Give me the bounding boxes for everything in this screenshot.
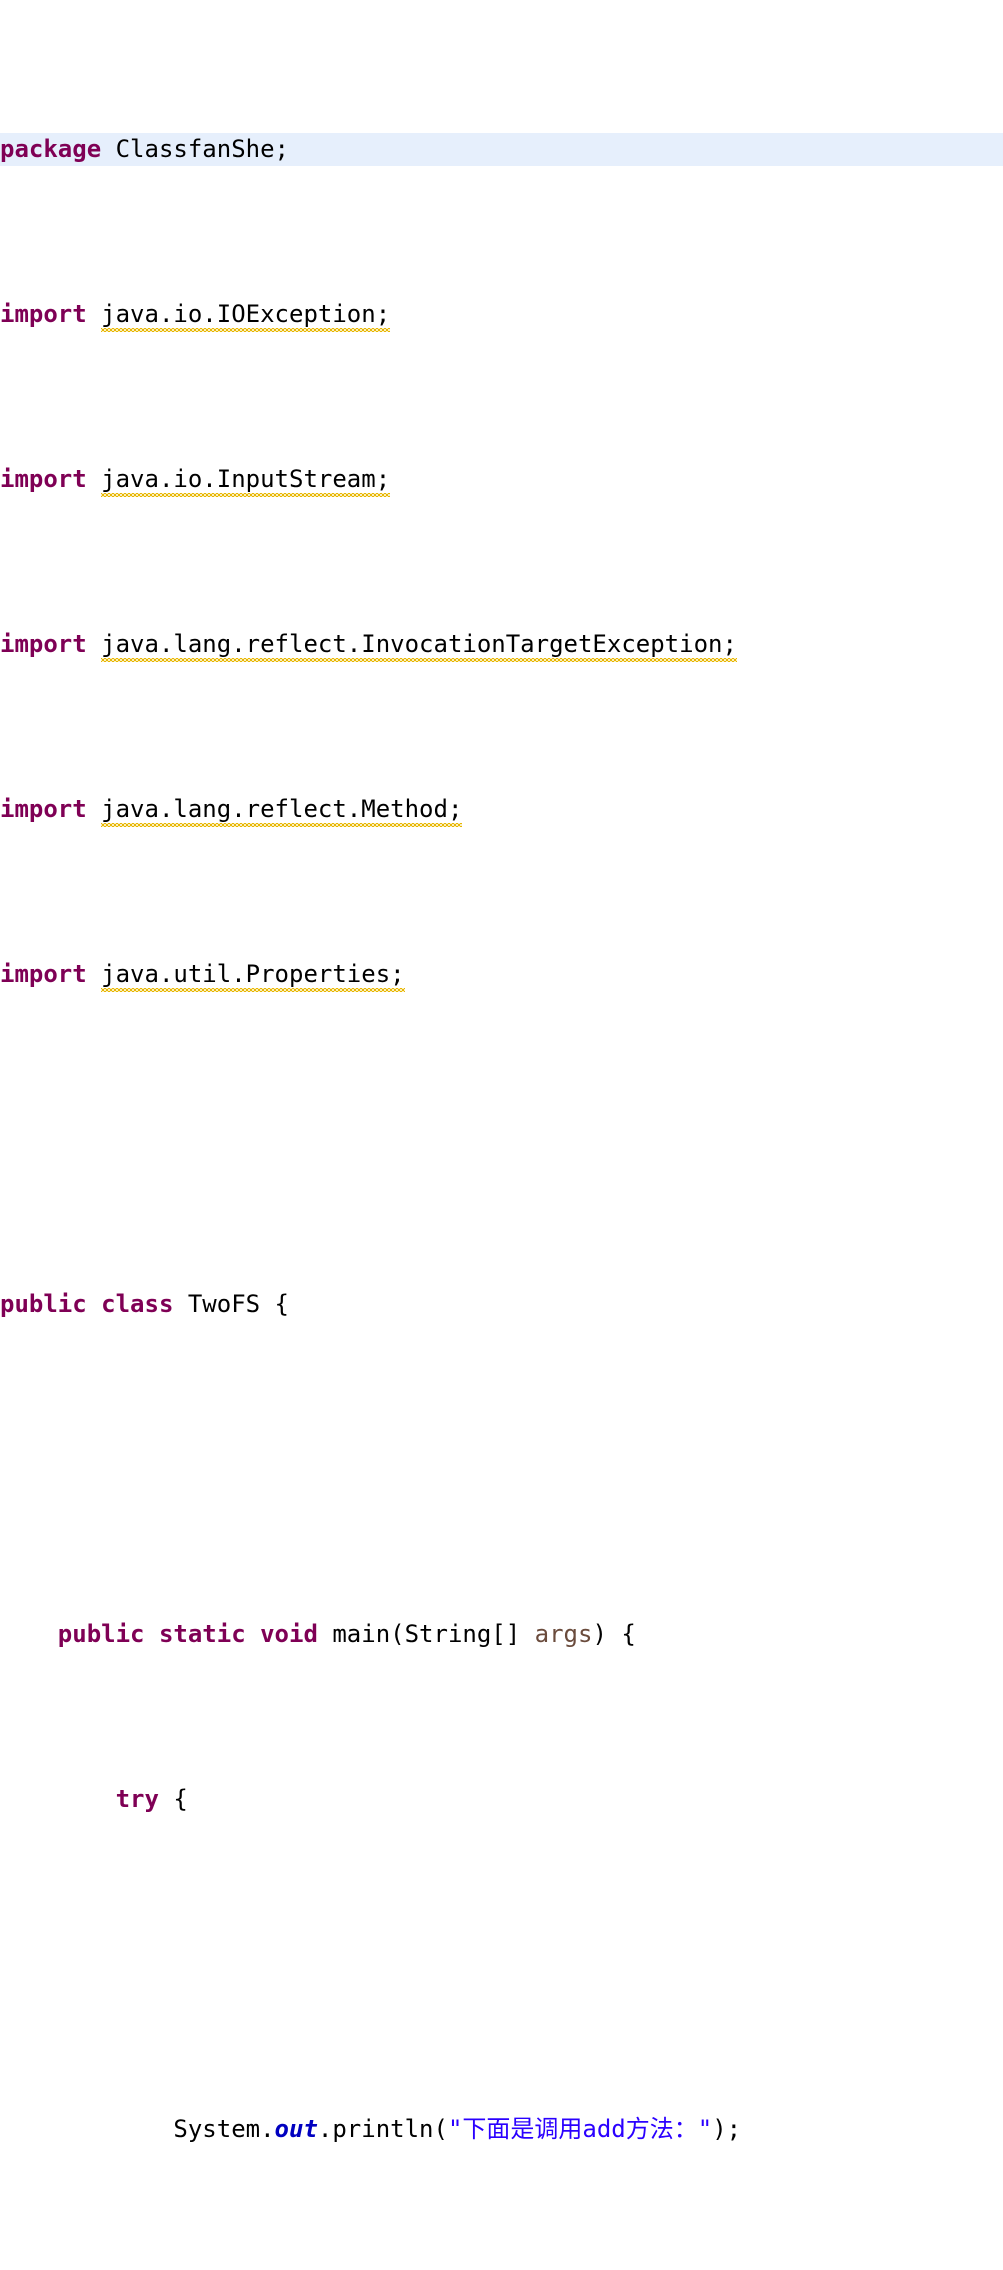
package-name: ClassfanShe; — [115, 135, 289, 163]
code-line-10: public static void main(String[] args) { — [0, 1618, 1003, 1651]
keyword-static: static — [158, 1620, 246, 1648]
code-line-11: try { — [0, 1783, 1003, 1816]
import-path-invocationtargetexception: java.lang.reflect.InvocationTargetExcept… — [101, 628, 737, 662]
code-line-2: import java.io.IOException; — [0, 298, 1003, 332]
code-line-4: import java.lang.reflect.InvocationTarge… — [0, 628, 1003, 662]
code-line-6: import java.util.Properties; — [0, 958, 1003, 992]
keyword-package: package — [0, 135, 102, 163]
statement-end: ); — [712, 2115, 742, 2143]
keyword-void: void — [260, 1620, 318, 1648]
static-field-out: out — [274, 2115, 318, 2143]
code-line-7-blank — [0, 1123, 1003, 1156]
keyword-public: public — [0, 1290, 87, 1318]
parameter-args: args — [534, 1620, 593, 1648]
method-signature-end: ) { — [592, 1620, 636, 1648]
code-line-3: import java.io.InputStream; — [0, 463, 1003, 497]
system-reference: System. — [173, 2115, 275, 2143]
keyword-class: class — [101, 1290, 174, 1318]
method-signature-main: main(String[] — [332, 1620, 535, 1648]
keyword-import: import — [0, 630, 87, 658]
method-call-println: .println( — [317, 2115, 448, 2143]
import-path-io-ioexception: java.io.IOException; — [101, 298, 390, 332]
import-path-reflect-method: java.lang.reflect.Method; — [101, 793, 463, 827]
brace-open: { — [158, 1785, 188, 1813]
keyword-import: import — [0, 465, 87, 493]
string-literal-chinese: "下面是调用add方法：" — [447, 2115, 713, 2143]
code-line-8: public class TwoFS { — [0, 1288, 1003, 1321]
code-line-1: package ClassfanShe; — [0, 133, 1003, 166]
class-name-twofs: TwoFS { — [187, 1290, 290, 1318]
keyword-import: import — [0, 300, 87, 328]
keyword-public: public — [57, 1620, 145, 1648]
import-path-io-inputstream: java.io.InputStream; — [101, 463, 390, 497]
code-line-9-blank — [0, 1453, 1003, 1486]
import-path-util-properties: java.util.Properties; — [101, 958, 406, 992]
code-line-5: import java.lang.reflect.Method; — [0, 793, 1003, 827]
code-line-13: System.out.println("下面是调用add方法："); — [0, 2113, 1003, 2146]
keyword-import: import — [0, 795, 87, 823]
keyword-import: import — [0, 960, 87, 988]
code-line-12-blank — [0, 1948, 1003, 1981]
keyword-try: try — [115, 1785, 159, 1813]
code-editor-pane[interactable]: package ClassfanShe; import java.io.IOEx… — [0, 0, 1003, 2143]
